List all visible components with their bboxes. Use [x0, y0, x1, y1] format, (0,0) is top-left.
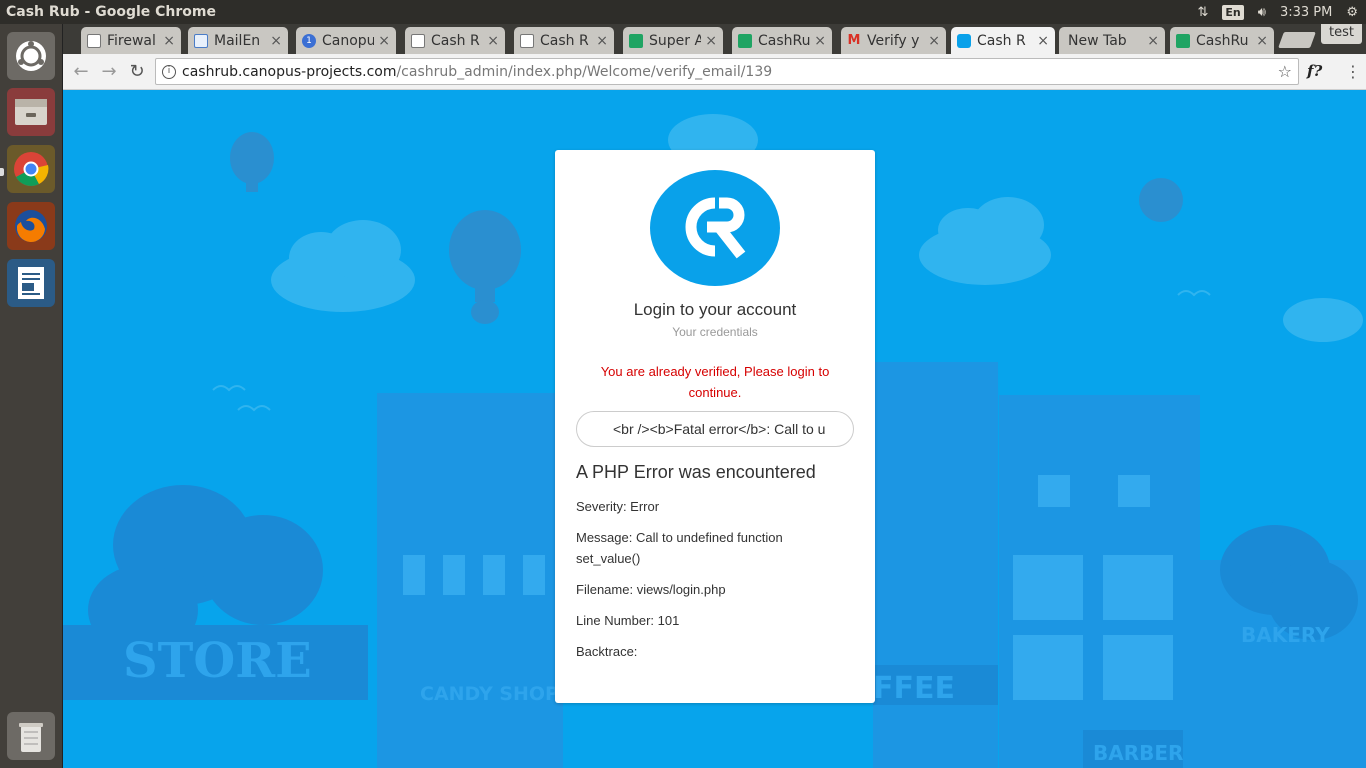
tab-label: MailEn: [214, 32, 261, 49]
tab-firewall[interactable]: Firewal ×: [81, 27, 181, 54]
tab-label: CashRu: [758, 32, 811, 49]
doc-icon: [87, 33, 101, 48]
tab-cash-rub-1[interactable]: Cash R ×: [405, 27, 505, 54]
bakery-sign: BAKERY: [1241, 623, 1330, 647]
tab-label: Cash R: [540, 32, 589, 49]
close-icon[interactable]: ×: [596, 33, 608, 49]
close-icon[interactable]: ×: [1256, 33, 1268, 49]
mail-icon: [194, 33, 208, 48]
forward-arrow-icon[interactable]: →: [95, 61, 123, 82]
page-info-icon[interactable]: i: [162, 64, 176, 79]
bookmark-star-icon[interactable]: ☆: [1278, 62, 1292, 81]
close-icon[interactable]: ×: [487, 33, 499, 49]
close-icon[interactable]: ×: [928, 33, 940, 49]
store-sign: STORE: [123, 633, 312, 689]
candy-shop-sign: CANDY SHOP: [420, 683, 559, 705]
network-icon[interactable]: ⇅: [1197, 5, 1208, 20]
close-icon[interactable]: ×: [814, 33, 826, 49]
close-icon[interactable]: ×: [270, 33, 282, 49]
error-severity: Severity: Error: [576, 499, 660, 514]
firefox-icon[interactable]: [7, 202, 55, 250]
window-title: Cash Rub - Google Chrome: [6, 4, 216, 20]
extension-icon[interactable]: f?: [1307, 62, 1322, 80]
tab-super-a[interactable]: Super A ×: [623, 27, 723, 54]
libreoffice-writer-icon[interactable]: [7, 259, 55, 307]
new-tab-button[interactable]: [1278, 32, 1316, 48]
top-panel: Cash Rub - Google Chrome ⇅ En 🔊︎ 3:33 PM…: [0, 0, 1366, 24]
login-card: Login to your account Your credentials Y…: [555, 150, 875, 703]
url-host: cashrub.canopus-projects.com: [182, 63, 397, 80]
error-message: Message: Call to undefined function set_…: [576, 530, 783, 566]
card-subtitle: Your credentials: [672, 325, 758, 339]
close-icon[interactable]: ×: [1147, 33, 1159, 49]
close-icon[interactable]: ×: [705, 33, 717, 49]
tab-canopus[interactable]: 1 Canopu ×: [296, 27, 396, 54]
reload-icon[interactable]: ↻: [123, 61, 151, 82]
sheets-icon: [629, 33, 643, 48]
error-line-number: Line Number: 101: [576, 613, 680, 628]
tab-new-tab[interactable]: New Tab ×: [1059, 27, 1165, 54]
doc-icon: [411, 33, 425, 48]
email-field[interactable]: <br /><b>Fatal error</b>: Call to u: [576, 411, 854, 447]
error-filename: Filename: views/login.php: [576, 582, 726, 597]
clock[interactable]: 3:33 PM: [1280, 5, 1332, 20]
chrome-icon[interactable]: [7, 145, 55, 193]
error-backtrace: Backtrace:: [576, 644, 638, 659]
tab-label: New Tab: [1068, 32, 1127, 49]
canopus-icon: 1: [302, 33, 316, 48]
tab-cashrub-sheet-2[interactable]: CashRu ×: [1170, 27, 1274, 54]
volume-icon[interactable]: 🔊︎: [1258, 5, 1266, 20]
cashrub-icon: [957, 33, 971, 48]
unity-launcher: [0, 24, 63, 768]
tab-cashrub-sheet-1[interactable]: CashRu ×: [732, 27, 832, 54]
tab-verify-gmail[interactable]: M Verify y ×: [841, 27, 946, 54]
page-content: STORE CANDY SHOP FFEE BAKERY BARBER Logi…: [63, 90, 1366, 768]
address-bar[interactable]: i cashrub.canopus-projects.com/cashrub_a…: [155, 58, 1299, 85]
barber-sign: BARBER: [1093, 741, 1183, 765]
cashrub-logo: [650, 170, 780, 286]
sheets-icon: [1176, 33, 1190, 48]
close-icon[interactable]: ×: [1037, 33, 1049, 49]
tab-label: Super A: [649, 32, 702, 49]
close-icon[interactable]: ×: [378, 33, 390, 49]
browser-toolbar: ← → ↻ i cashrub.canopus-projects.com/cas…: [63, 54, 1366, 90]
sheets-icon: [738, 33, 752, 48]
tab-label: Cash R: [431, 32, 480, 49]
ubuntu-dash-icon[interactable]: [7, 32, 55, 80]
verification-alert: You are already verified, Please login t…: [600, 364, 830, 400]
url-path: /cashrub_admin/index.php/Welcome/verify_…: [396, 63, 773, 80]
profile-button[interactable]: test: [1321, 24, 1362, 44]
tab-strip: Firewal × MailEn × 1 Canopu × Cash R × C…: [63, 24, 1366, 54]
running-indicator: [0, 168, 4, 176]
php-error-heading: A PHP Error was encountered: [576, 462, 816, 482]
tab-label: CashRu: [1196, 32, 1249, 49]
gmail-icon: M: [847, 32, 861, 48]
back-arrow-icon[interactable]: ←: [67, 61, 95, 82]
keyboard-layout-indicator[interactable]: En: [1222, 4, 1244, 20]
tab-label: Verify y: [867, 32, 920, 49]
doc-icon: [520, 33, 534, 48]
card-title: Login to your account: [633, 300, 797, 319]
tab-cash-rub-active[interactable]: Cash R ×: [951, 27, 1055, 54]
tab-label: Cash R: [977, 32, 1026, 49]
tab-cash-rub-2[interactable]: Cash R ×: [514, 27, 614, 54]
tab-mailengine[interactable]: MailEn ×: [188, 27, 288, 54]
tab-label: Canopu: [322, 32, 375, 49]
trash-icon[interactable]: [7, 712, 55, 760]
settings-gear-icon[interactable]: ⚙: [1346, 5, 1358, 20]
coffee-sign: FFEE: [873, 671, 955, 706]
chrome-menu-icon[interactable]: ⋮: [1345, 62, 1361, 81]
tab-label: Firewal: [107, 32, 156, 49]
files-icon[interactable]: [7, 88, 55, 136]
close-icon[interactable]: ×: [163, 33, 175, 49]
system-tray: ⇅ En 🔊︎ 3:33 PM ⚙: [1197, 4, 1366, 20]
